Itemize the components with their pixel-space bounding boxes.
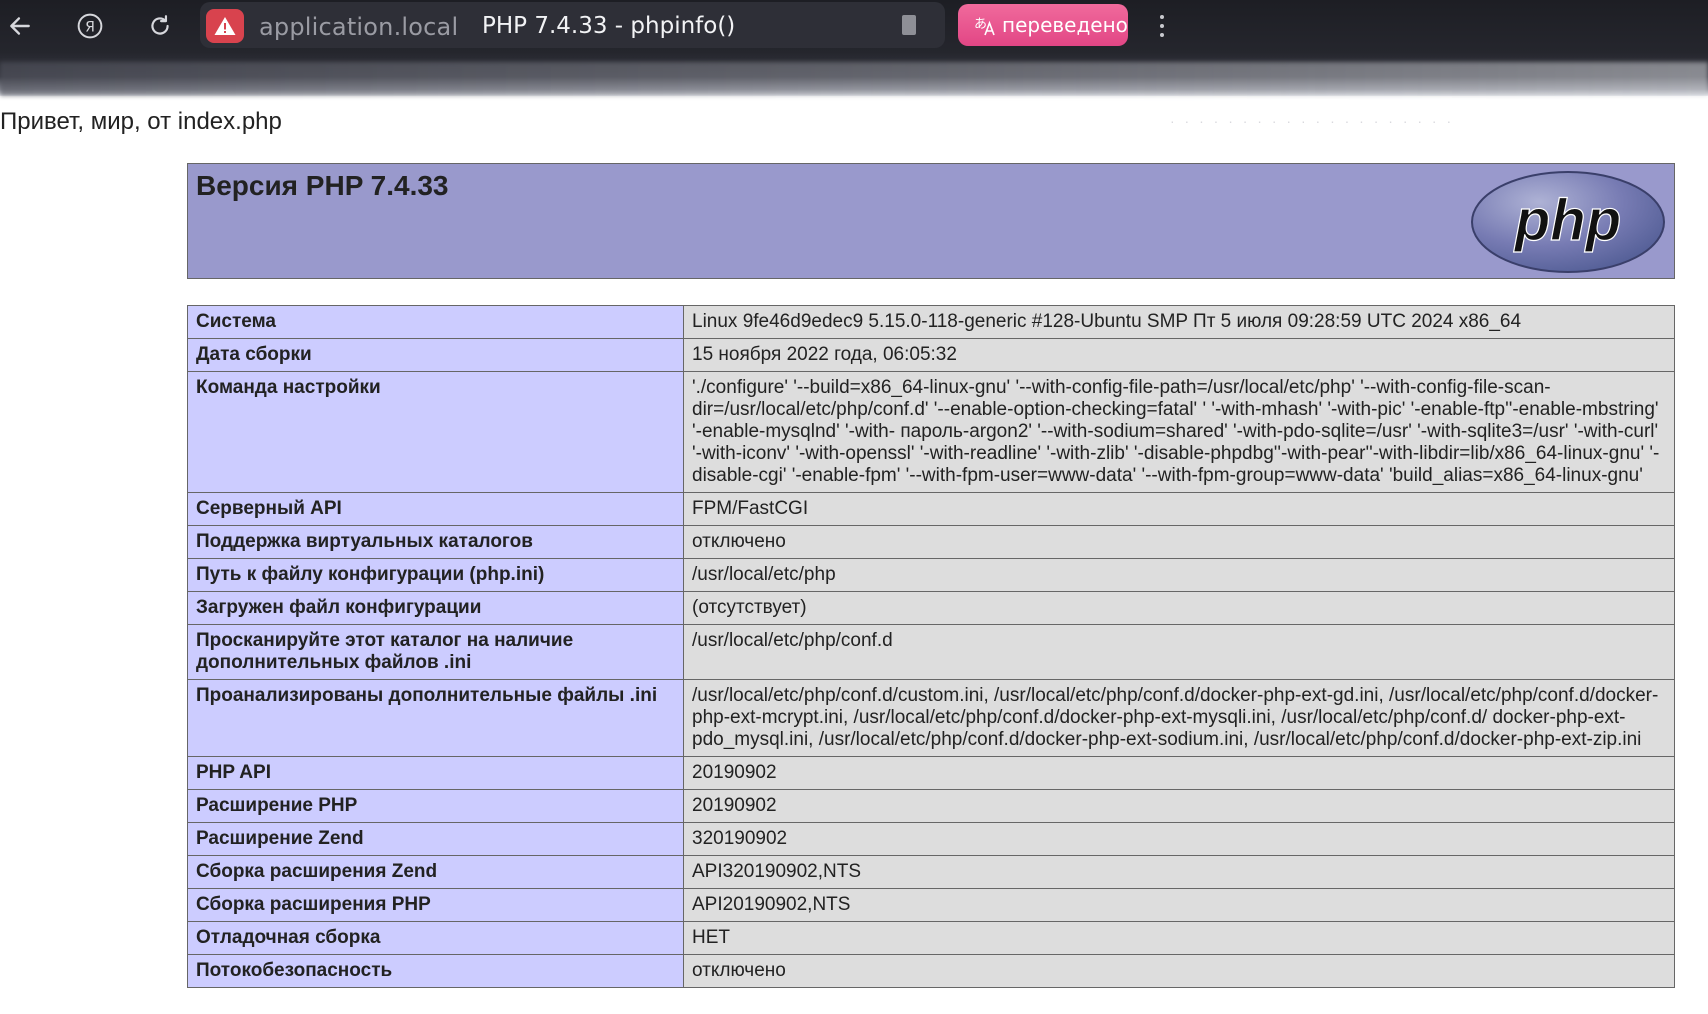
reload-button[interactable] xyxy=(140,6,180,46)
row-value: API320190902,NTS xyxy=(683,855,1675,889)
row-key: Поддержка виртуальных каталогов xyxy=(187,525,684,559)
row-value: './configure' '--build=x86_64-linux-gnu'… xyxy=(683,371,1675,493)
row-value: Linux 9fe46d9edec9 5.15.0-118-generic #1… xyxy=(683,305,1675,339)
translate-label: переведено xyxy=(1002,13,1128,37)
warning-icon xyxy=(214,17,236,35)
table-row: Проанализированы дополнительные файлы .i… xyxy=(187,679,1675,757)
svg-text:Я: Я xyxy=(85,19,95,35)
row-key: Проанализированы дополнительные файлы .i… xyxy=(187,679,684,757)
table-row: Расширение PHP 20190902 xyxy=(187,789,1675,823)
row-key: Загружен файл конфигурации xyxy=(187,591,684,625)
table-row: Серверный API FPM/FastCGI xyxy=(187,492,1675,526)
row-value: /usr/local/etc/php/conf.d/custom.ini, /u… xyxy=(683,679,1675,757)
row-key: Потокобезопасность xyxy=(187,954,684,988)
reload-icon xyxy=(151,15,169,35)
row-value: 20190902 xyxy=(683,756,1675,790)
table-row: Загружен файл конфигурации (отсутствует) xyxy=(187,591,1675,625)
php-version-title: Версия PHP 7.4.33 xyxy=(196,170,449,201)
table-row: Система Linux 9fe46d9edec9 5.15.0-118-gen… xyxy=(187,305,1675,339)
yandex-icon: Я xyxy=(77,13,103,39)
toolbar-blur xyxy=(0,62,1708,96)
row-key: Серверный API xyxy=(187,492,684,526)
bookmark-icon[interactable] xyxy=(902,15,916,35)
row-value: /usr/local/etc/php xyxy=(683,558,1675,592)
phpinfo-table: Система Linux 9fe46d9edec9 5.15.0-118-gen… xyxy=(187,305,1675,988)
row-value: отключено xyxy=(683,954,1675,988)
row-value: 15 ноября 2022 года, 06:05:32 xyxy=(683,338,1675,372)
table-row: Дата сборки 15 ноября 2022 года, 06:05:32 xyxy=(187,338,1675,372)
row-key: Сборка расширения PHP xyxy=(187,888,684,922)
phpinfo-header: Версия PHP 7.4.33 php xyxy=(187,163,1675,279)
greeting-text: Привет, мир, от index.php xyxy=(0,108,282,135)
row-key: Команда настройки xyxy=(187,371,684,493)
browser-toolbar: Я application.local PHP 7.4.33 - phpinfo… xyxy=(0,0,1708,96)
table-row: Поддержка виртуальных каталогов отключено xyxy=(187,525,1675,559)
row-key: Путь к файлу конфигурации (php.ini) xyxy=(187,558,684,592)
row-key: Расширение Zend xyxy=(187,822,684,856)
back-button[interactable] xyxy=(0,6,40,46)
table-row: Отладочная сборка НЕТ xyxy=(187,921,1675,955)
table-row: Расширение Zend 320190902 xyxy=(187,822,1675,856)
row-value: (отсутствует) xyxy=(683,591,1675,625)
translate-icon: あ xyxy=(974,17,995,36)
address-bar[interactable]: application.local PHP 7.4.33 - phpinfo() xyxy=(200,2,945,48)
row-value: 20190902 xyxy=(683,789,1675,823)
php-logo-text: php xyxy=(1513,188,1621,253)
row-key: Сборка расширения Zend xyxy=(187,855,684,889)
row-value: отключено xyxy=(683,525,1675,559)
translate-button[interactable]: あ переведено xyxy=(958,4,1128,46)
table-row: Команда настройки './configure' '--build=… xyxy=(187,371,1675,493)
more-menu-icon[interactable] xyxy=(1150,8,1174,44)
url-host: application.local xyxy=(259,13,459,41)
security-warning-badge[interactable] xyxy=(206,9,244,43)
table-row: Путь к файлу конфигурации (php.ini)/usr/… xyxy=(187,558,1675,592)
row-key: Дата сборки xyxy=(187,338,684,372)
row-value: 320190902 xyxy=(683,822,1675,856)
table-row: PHP API 20190902 xyxy=(187,756,1675,790)
yandex-button[interactable]: Я xyxy=(70,6,110,46)
page-title: PHP 7.4.33 - phpinfo() xyxy=(482,13,736,39)
row-value: API20190902,NTS xyxy=(683,888,1675,922)
row-key: PHP API xyxy=(187,756,684,790)
row-value: FPM/FastCGI xyxy=(683,492,1675,526)
row-value: /usr/local/etc/php/conf.d xyxy=(683,624,1675,680)
svg-text:あ: あ xyxy=(974,17,987,32)
table-row: Сборка расширения Zend API320190902,NTS xyxy=(187,855,1675,889)
row-key: Система xyxy=(187,305,684,339)
row-key: Отладочная сборка xyxy=(187,921,684,955)
faint-blurred-text: · · · · · · · · · · · · · · · · · · · · xyxy=(1170,113,1455,129)
table-row: Просканируйте этот каталог на наличие до… xyxy=(187,624,1675,680)
row-key: Просканируйте этот каталог на наличие до… xyxy=(187,624,684,680)
table-row: Сборка расширения PHP API20190902,NTS xyxy=(187,888,1675,922)
row-value: НЕТ xyxy=(683,921,1675,955)
php-logo: php xyxy=(1471,171,1665,273)
back-arrow-icon xyxy=(10,17,30,35)
row-key: Расширение PHP xyxy=(187,789,684,823)
table-row: Потокобезопасность отключено xyxy=(187,954,1675,988)
